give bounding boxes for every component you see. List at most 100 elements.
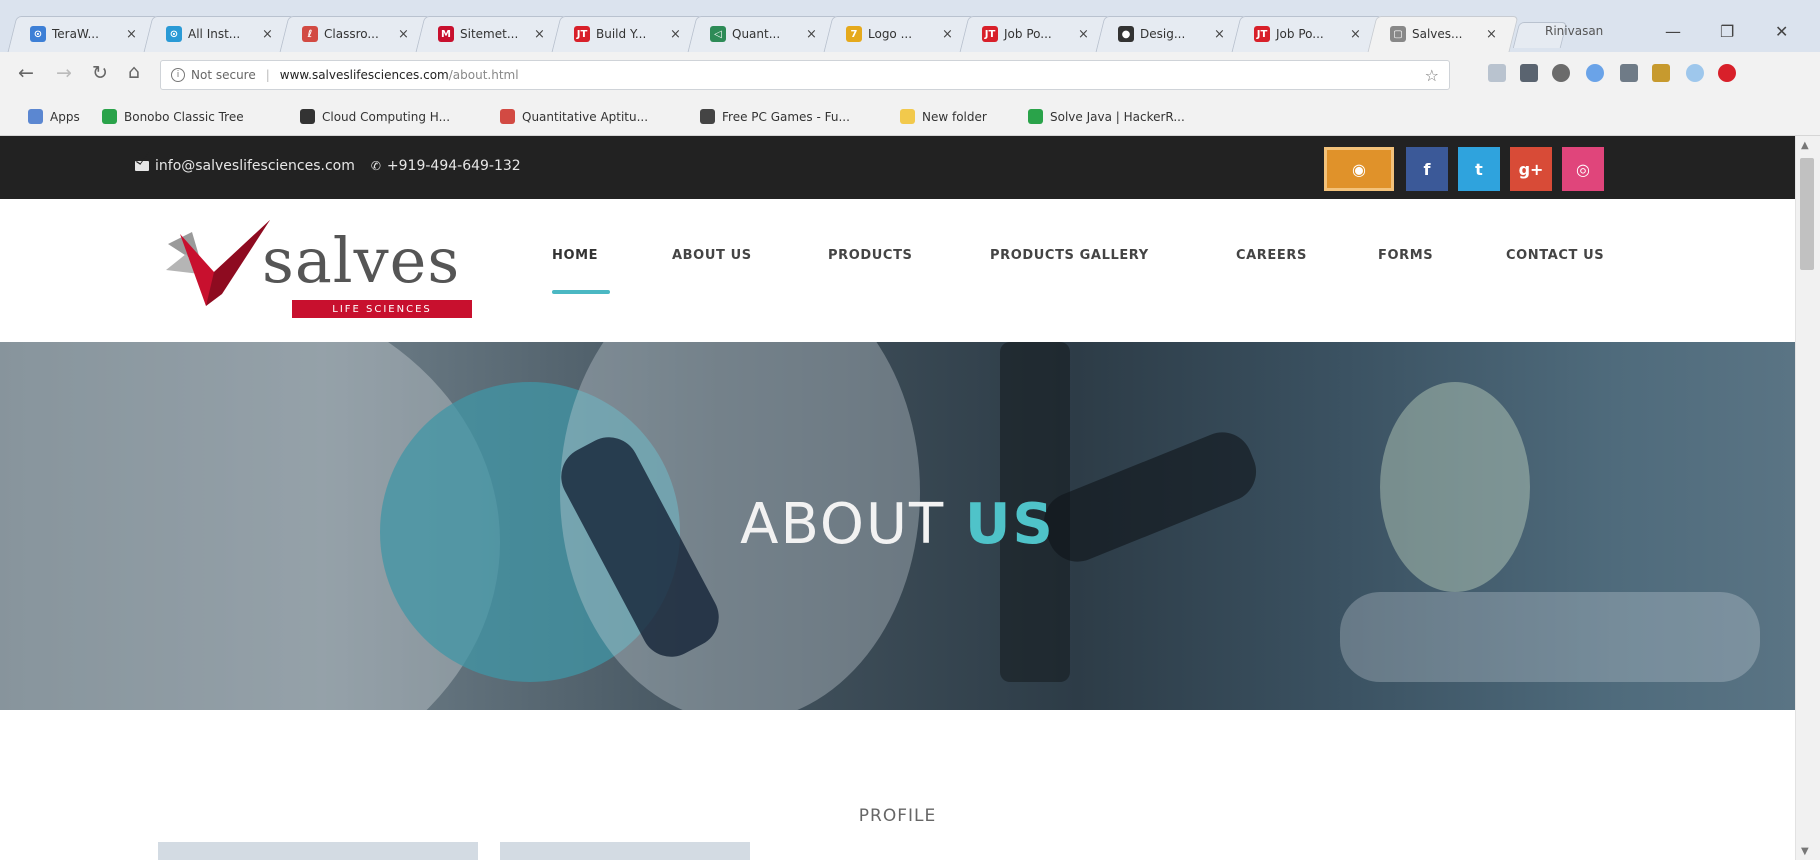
- browser-tab-content[interactable]: JT Job Po...: [968, 16, 1074, 52]
- tab-title: Job Po...: [1276, 27, 1324, 41]
- tab-favicon-icon: JT: [1254, 26, 1270, 42]
- browser-tab-content[interactable]: M Sitemet...: [424, 16, 530, 52]
- bookmark-favicon-icon: [1028, 109, 1043, 124]
- reload-icon[interactable]: ↻: [92, 64, 108, 83]
- close-window-icon[interactable]: ✕: [1775, 22, 1788, 41]
- extension-folder-icon[interactable]: [1652, 64, 1670, 82]
- bookmark-new-folder[interactable]: New folder: [900, 109, 987, 124]
- bookmark-label: Apps: [50, 109, 80, 124]
- tab-close-icon[interactable]: ×: [806, 16, 817, 52]
- bookmark-label: Bonobo Classic Tree: [124, 109, 244, 124]
- nav-item-forms[interactable]: FORMS: [1378, 248, 1433, 263]
- info-icon[interactable]: i: [171, 68, 185, 82]
- browser-tab-content[interactable]: ▢ Salves...: [1376, 16, 1482, 52]
- tab-title: Classro...: [324, 27, 379, 41]
- security-label: Not secure: [191, 68, 256, 82]
- twitter-icon[interactable]: t: [1458, 147, 1500, 191]
- tab-title: Desig...: [1140, 27, 1186, 41]
- contact-phone[interactable]: +919-494-649-132: [387, 158, 521, 174]
- bookmark-solve-java-hackerr[interactable]: Solve Java | HackerR...: [1028, 109, 1185, 124]
- home-icon[interactable]: ⌂: [128, 63, 140, 82]
- forward-arrow-icon[interactable]: →: [56, 64, 72, 83]
- nav-item-products[interactable]: PRODUCTS: [828, 248, 913, 263]
- tab-favicon-icon: ◁: [710, 26, 726, 42]
- bookmark-favicon-icon: [28, 109, 43, 124]
- bookmark-label: Quantitative Aptitu...: [522, 109, 649, 124]
- bookmark-label: Cloud Computing H...: [322, 109, 451, 124]
- scroll-down-arrow-icon[interactable]: ▼: [1801, 846, 1809, 857]
- browser-tab-content[interactable]: ⊙ All Inst...: [152, 16, 258, 52]
- facebook-icon[interactable]: f: [1406, 147, 1448, 191]
- bookmark-free-pc-games-fu[interactable]: Free PC Games - Fu...: [700, 109, 850, 124]
- site-logo[interactable]: salves LIFE SCIENCES: [162, 214, 482, 324]
- logo-tagline: LIFE SCIENCES: [292, 300, 472, 318]
- tab-favicon-icon: ●: [1118, 26, 1134, 42]
- bookmark-favicon-icon: [500, 109, 515, 124]
- bookmark-label: New folder: [922, 109, 987, 124]
- nav-item-careers[interactable]: CAREERS: [1236, 248, 1307, 263]
- tab-favicon-icon: ▢: [1390, 26, 1406, 42]
- nav-item-home[interactable]: HOME: [552, 248, 598, 263]
- address-bar[interactable]: i Not secure | www.salveslifesciences.co…: [160, 60, 1450, 90]
- tab-close-icon[interactable]: ×: [1214, 16, 1225, 52]
- tab-close-icon[interactable]: ×: [670, 16, 681, 52]
- bookmark-cloud-computing-h[interactable]: Cloud Computing H...: [300, 109, 450, 124]
- bookmark-bonobo-classic-tree[interactable]: Bonobo Classic Tree: [102, 109, 244, 124]
- tab-favicon-icon: 7: [846, 26, 862, 42]
- browser-tab-content[interactable]: JT Job Po...: [1240, 16, 1346, 52]
- extension-pocket-icon[interactable]: [1520, 64, 1538, 82]
- hero-title: ABOUT US: [0, 492, 1795, 557]
- minimize-icon[interactable]: —: [1665, 22, 1681, 41]
- tab-title: Quant...: [732, 27, 781, 41]
- instagram-icon[interactable]: ◎: [1562, 147, 1604, 191]
- nav-item-contact-us[interactable]: CONTACT US: [1506, 248, 1604, 263]
- tab-close-icon[interactable]: ×: [398, 16, 409, 52]
- scroll-up-arrow-icon[interactable]: ▲: [1801, 140, 1809, 151]
- tab-favicon-icon: ℓ: [302, 26, 318, 42]
- logo-wordmark: salves: [262, 224, 461, 297]
- extension-google-icon[interactable]: [1586, 64, 1604, 82]
- tab-title: Job Po...: [1004, 27, 1052, 41]
- url-host: www.salveslifesciences.com: [279, 68, 449, 82]
- bookmark-apps[interactable]: Apps: [28, 109, 80, 124]
- browser-tab-content[interactable]: ● Desig...: [1104, 16, 1210, 52]
- extension-globe-icon[interactable]: [1686, 64, 1704, 82]
- scrollbar-thumb[interactable]: [1800, 158, 1814, 270]
- browser-tab-content[interactable]: ◁ Quant...: [696, 16, 802, 52]
- address-separator: |: [265, 68, 270, 82]
- tab-favicon-icon: JT: [982, 26, 998, 42]
- tab-close-icon[interactable]: ×: [1486, 16, 1497, 52]
- browser-tab-content[interactable]: JT Build Y...: [560, 16, 666, 52]
- nav-active-indicator: [552, 290, 610, 294]
- browser-tab-content[interactable]: ℓ Classro...: [288, 16, 394, 52]
- badge-icon[interactable]: ◉: [1324, 147, 1394, 191]
- nav-item-about-us[interactable]: ABOUT US: [672, 248, 752, 263]
- hero-banner: ABOUT US: [0, 342, 1795, 710]
- extension-notes-icon[interactable]: [1620, 64, 1638, 82]
- browser-tab-content[interactable]: 7 Logo ...: [832, 16, 938, 52]
- tab-close-icon[interactable]: ×: [1350, 16, 1361, 52]
- extension-evernote-icon[interactable]: [1552, 64, 1570, 82]
- restore-icon[interactable]: ❐: [1720, 22, 1734, 41]
- google-plus-icon[interactable]: g+: [1510, 147, 1552, 191]
- tab-close-icon[interactable]: ×: [262, 16, 273, 52]
- tab-close-icon[interactable]: ×: [534, 16, 545, 52]
- tab-close-icon[interactable]: ×: [942, 16, 953, 52]
- extension-reader-icon[interactable]: [1488, 64, 1506, 82]
- tab-favicon-icon: M: [438, 26, 454, 42]
- browser-tab-content[interactable]: ⊙ TeraW...: [16, 16, 122, 52]
- tab-close-icon[interactable]: ×: [126, 16, 137, 52]
- bookmark-star-icon[interactable]: ☆: [1425, 66, 1439, 85]
- bookmark-favicon-icon: [300, 109, 315, 124]
- back-arrow-icon[interactable]: ←: [18, 64, 34, 83]
- hero-title-accent: US: [965, 492, 1055, 557]
- tab-title: Salves...: [1412, 27, 1463, 41]
- extension-opera-icon[interactable]: [1718, 64, 1736, 82]
- tab-close-icon[interactable]: ×: [1078, 16, 1089, 52]
- url-path: /about.html: [448, 68, 519, 82]
- window-user-label[interactable]: Rinivasan: [1545, 24, 1603, 38]
- bookmark-quantitative-aptitu[interactable]: Quantitative Aptitu...: [500, 109, 648, 124]
- nav-item-products-gallery[interactable]: PRODUCTS GALLERY: [990, 248, 1149, 263]
- bookmark-favicon-icon: [102, 109, 117, 124]
- contact-email[interactable]: info@salveslifesciences.com: [155, 158, 355, 174]
